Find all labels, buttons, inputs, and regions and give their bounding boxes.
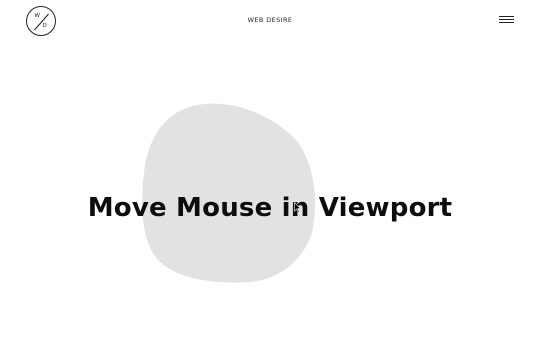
hero-headline: Move Mouse in Viewport	[87, 193, 453, 223]
hero-blob	[142, 103, 316, 283]
page: W D WEB DESIRE Move Mouse in Viewport	[0, 0, 540, 360]
mouse-pointer-icon	[294, 202, 302, 213]
